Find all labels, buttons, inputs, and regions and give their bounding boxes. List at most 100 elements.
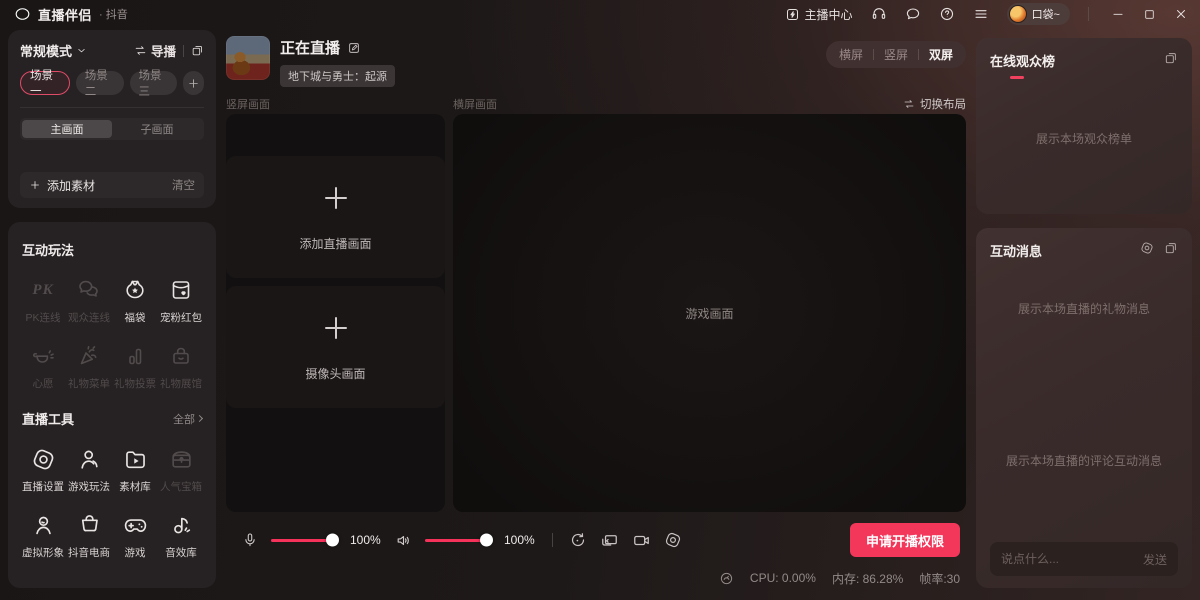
anchor-center-button[interactable]: 主播中心 (785, 6, 853, 23)
mic-slider-knob[interactable] (326, 534, 339, 547)
director-button[interactable]: 导播 (134, 41, 176, 60)
popout-icon[interactable] (1164, 51, 1178, 65)
chevron-down-icon (76, 45, 87, 56)
plus-icon (321, 183, 351, 213)
gamepad-icon (123, 512, 148, 538)
menu-button[interactable] (973, 6, 989, 22)
tab-sub-view[interactable]: 子画面 (112, 120, 202, 138)
speedometer-icon[interactable] (719, 571, 734, 586)
plus-icon (187, 77, 200, 90)
swap-arrows-icon (903, 98, 915, 110)
edit-icon[interactable] (347, 41, 361, 55)
feature-gift-hall[interactable]: 礼物展馆 (158, 343, 204, 391)
restore-icon[interactable] (569, 531, 587, 549)
tab-main-view[interactable]: 主画面 (22, 120, 112, 138)
feature-gift-menu[interactable]: 礼物菜单 (66, 343, 112, 391)
stage-area: 正在直播 地下城与勇士：起源 横屏 竖屏 双屏 竖屏画面 (226, 30, 966, 588)
game-tag: 地下城与勇士：起源 (280, 65, 395, 87)
apply-broadcast-permission-button[interactable]: 申请开播权限 (850, 523, 960, 557)
user-account-button[interactable]: 口袋~ (1007, 3, 1070, 25)
portrait-canvas-label: 竖屏画面 (226, 96, 453, 112)
anchor-center-icon (785, 7, 800, 22)
tools-section-title: 直播工具 (22, 409, 74, 428)
add-material-button[interactable]: 添加素材 (29, 177, 95, 194)
feature-fan-red-packet[interactable]: 宠粉红包 (158, 277, 204, 325)
feature-audience-link[interactable]: 观众连线 (66, 277, 112, 325)
microphone-icon[interactable] (242, 532, 258, 548)
gift-message-empty-text: 展示本场直播的礼物消息 (990, 300, 1178, 317)
feature-gift-vote[interactable]: 礼物投票 (112, 343, 158, 391)
headset-button[interactable] (871, 6, 887, 22)
popularity-chest-icon (169, 446, 194, 472)
screen-flip-icon[interactable] (600, 531, 619, 550)
layout-mode-switch: 横屏 竖屏 双屏 (826, 41, 966, 68)
titlebar: 直播伴侣 · 抖音 主播中心 口袋~ (0, 0, 1200, 28)
layout-dual[interactable]: 双屏 (929, 46, 953, 63)
chat-input-bar: 发送 (990, 542, 1178, 576)
maximize-button[interactable] (1143, 8, 1156, 21)
control-bar: 100% 100% 申请开播权限 (226, 512, 966, 568)
close-button[interactable] (1174, 7, 1188, 21)
chevron-right-icon (196, 415, 203, 422)
feature-wish[interactable]: 心愿 (20, 343, 66, 391)
camera-icon[interactable] (632, 531, 651, 550)
layout-portrait[interactable]: 竖屏 (884, 46, 908, 63)
feature-lucky-bag[interactable]: 福袋 (112, 277, 158, 325)
tool-commerce[interactable]: 抖音电商 (66, 512, 112, 560)
clear-button[interactable]: 清空 (172, 177, 195, 193)
scene-tab-3[interactable]: 场景三 (130, 71, 178, 95)
sound-library-icon (169, 512, 194, 538)
tools-all-link[interactable]: 全部 (173, 411, 202, 427)
interactive-message-panel: 互动消息 展示本场直播的礼物消息 展示本场直播的评论互动消息 发送 (976, 228, 1192, 588)
popout-icon[interactable] (1164, 241, 1178, 255)
scene-tab-list: 场景一 场景二 场景三 (20, 71, 204, 95)
add-camera-view-card[interactable]: 摄像头画面 (226, 286, 445, 408)
switch-layout-button[interactable]: 切换布局 (903, 96, 966, 112)
layout-landscape[interactable]: 横屏 (839, 46, 863, 63)
tool-virtual-avatar[interactable]: 虚拟形象 (20, 512, 66, 560)
speaker-icon[interactable] (395, 532, 412, 549)
tool-popularity-chest[interactable]: 人气宝箱 (158, 446, 204, 494)
chat-bubble-icon (905, 6, 921, 22)
minimize-button[interactable] (1111, 7, 1125, 21)
add-live-view-card[interactable]: 添加直播画面 (226, 156, 445, 278)
tool-sound-library[interactable]: 音效库 (158, 512, 204, 560)
add-scene-button[interactable] (183, 71, 204, 95)
settings-gear-icon[interactable] (664, 531, 682, 549)
message-panel-title: 互动消息 (990, 241, 1042, 260)
tool-games[interactable]: 游戏 (112, 512, 158, 560)
mic-volume-slider[interactable] (271, 539, 337, 542)
game-play-icon (77, 446, 102, 472)
portrait-canvas: 添加直播画面 摄像头画面 (226, 114, 445, 512)
send-button[interactable]: 发送 (1143, 551, 1167, 568)
speaker-volume-slider[interactable] (425, 539, 491, 542)
chat-input[interactable] (1001, 552, 1135, 566)
titlebar-divider (1088, 7, 1089, 21)
memory-stat: 内存: 86.28% (832, 570, 903, 587)
wish-lamp-icon (31, 343, 55, 369)
feedback-button[interactable] (905, 6, 921, 22)
landscape-canvas[interactable]: 游戏画面 (453, 114, 966, 512)
tool-live-settings[interactable]: 直播设置 (20, 446, 66, 494)
features-panel: 互动玩法 PK PK连线 观众连线 (8, 222, 216, 588)
mode-dropdown[interactable]: 常规模式 (20, 41, 87, 60)
lucky-bag-icon (123, 277, 147, 303)
speaker-volume-value: 100% (504, 533, 536, 547)
message-settings-icon[interactable] (1140, 241, 1154, 255)
landscape-canvas-label: 横屏画面 (453, 96, 497, 112)
right-sidebar: 在线观众榜 展示本场观众榜单 互动消息 (976, 38, 1192, 588)
popout-icon[interactable] (191, 44, 204, 57)
audience-panel-title[interactable]: 在线观众榜 (990, 51, 1055, 70)
help-button[interactable] (939, 6, 955, 22)
scene-tab-1[interactable]: 场景一 (20, 71, 70, 95)
live-status-title: 正在直播 (280, 37, 340, 58)
fps-stat: 帧率:30 (919, 570, 960, 587)
feature-pk-link[interactable]: PK PK连线 (20, 277, 66, 325)
tool-game-play[interactable]: 游戏玩法 (66, 446, 112, 494)
scene-tab-2[interactable]: 场景二 (76, 71, 124, 95)
plus-icon (321, 313, 351, 343)
speaker-slider-knob[interactable] (480, 534, 493, 547)
audience-empty-text: 展示本场观众榜单 (1036, 130, 1132, 147)
virtual-avatar-icon (31, 512, 56, 538)
tool-material-library[interactable]: 素材库 (112, 446, 158, 494)
